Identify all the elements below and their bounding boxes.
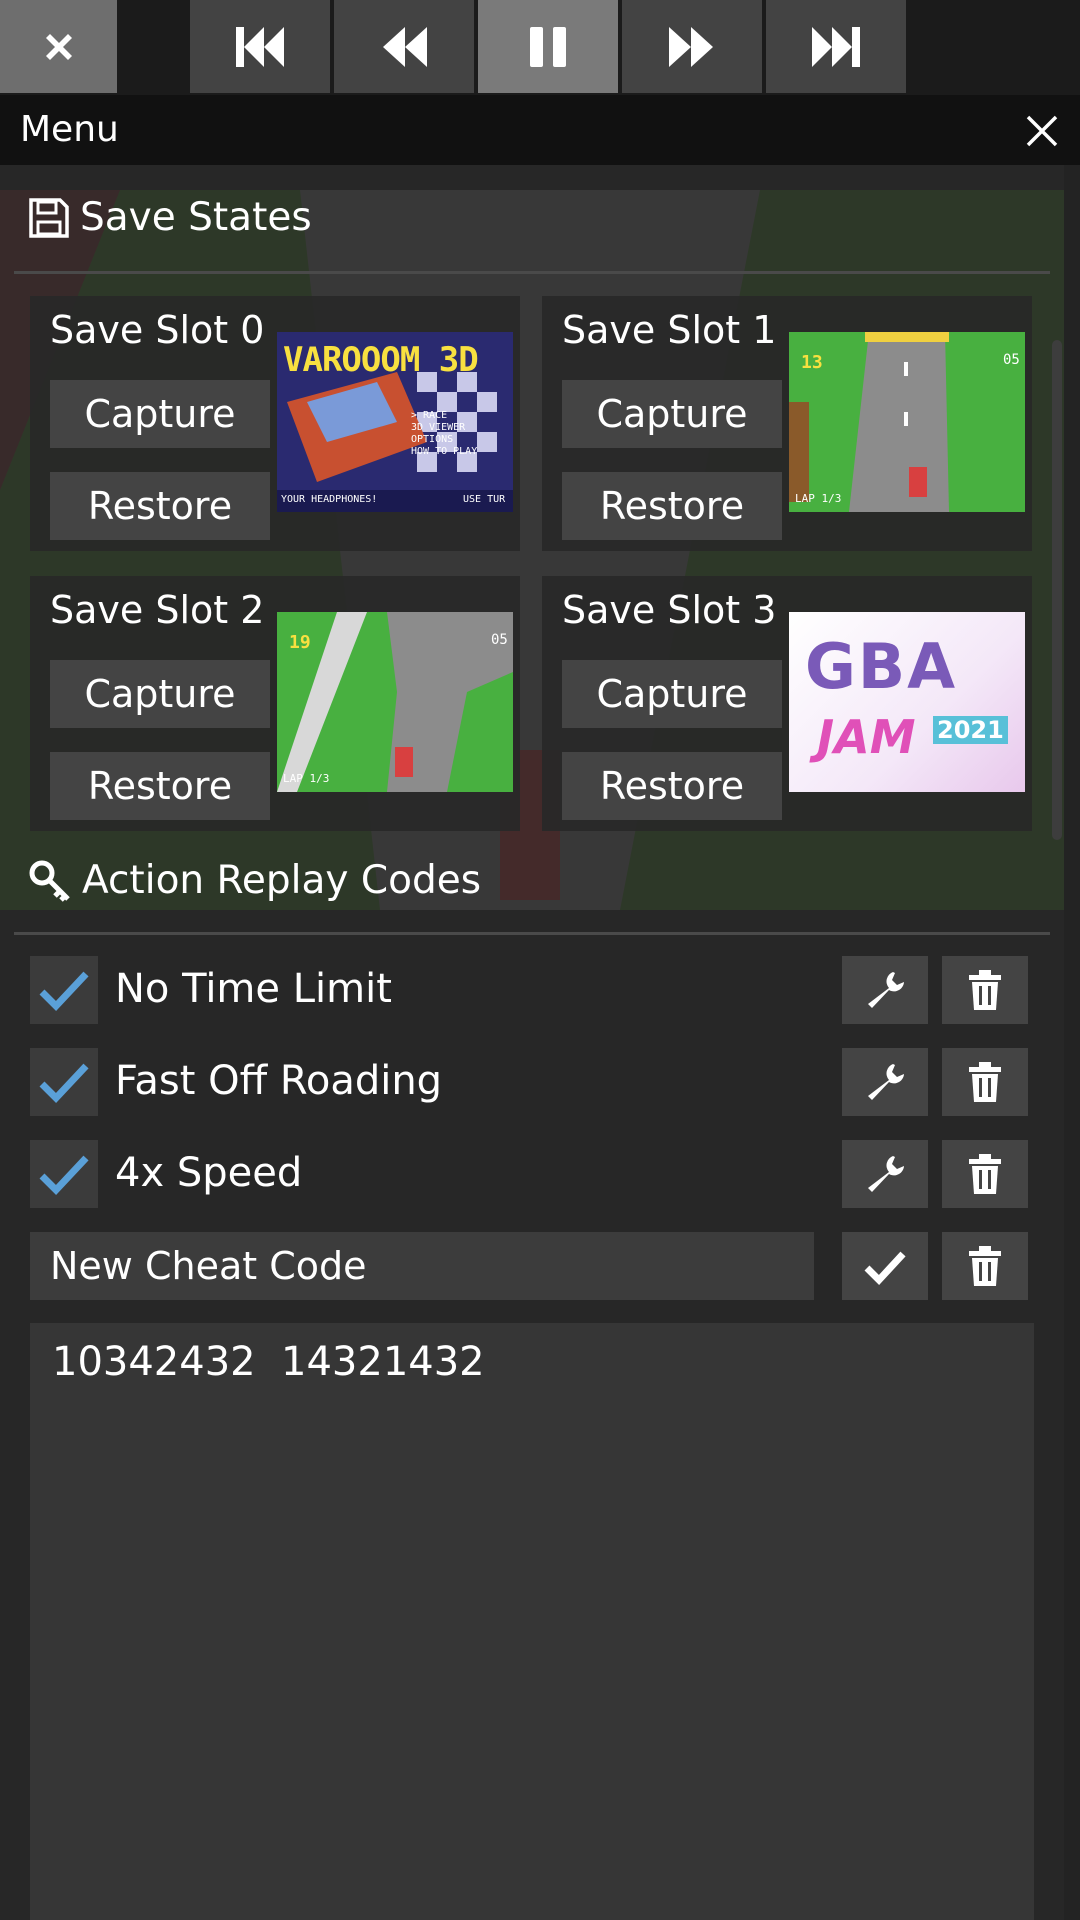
- checkmark-icon: [39, 1155, 89, 1196]
- restore-button[interactable]: Restore: [562, 472, 782, 540]
- trash-icon: [969, 1062, 1001, 1102]
- save-slot-thumbnail: GBA JAM 2021: [789, 612, 1025, 792]
- cheat-checkbox[interactable]: [30, 1140, 98, 1208]
- save-states-heading: Save States: [28, 195, 312, 240]
- floppy-disk-icon: [29, 197, 69, 238]
- pause-button[interactable]: [478, 0, 618, 93]
- fast-forward-button[interactable]: [622, 0, 762, 93]
- cheat-code-textarea[interactable]: 10342432 14321432: [30, 1323, 1034, 1920]
- thumbnail-menu: > RACE 3D VIEWER OPTIONS HOW TO PLAY: [411, 410, 477, 458]
- edit-cheat-button[interactable]: [842, 1140, 928, 1208]
- emulator-toolbar: [0, 0, 1080, 95]
- thumbnail-footer-left: YOUR HEADPHONES!: [281, 494, 378, 505]
- cheat-row: 4x Speed: [30, 1140, 1030, 1208]
- checkmark-icon: [864, 1251, 906, 1286]
- save-slot-label: Save Slot 3: [562, 588, 777, 632]
- wrench-icon: [868, 1156, 904, 1192]
- save-states-title: Save States: [80, 195, 312, 240]
- skip-back-button[interactable]: [190, 0, 330, 93]
- close-icon: [1026, 115, 1058, 147]
- capture-button[interactable]: Capture: [50, 660, 270, 728]
- menu-content: Save States Save Slot 0 Capture Restore …: [0, 165, 1064, 1920]
- thumbnail-footer-right: USE TUR: [463, 494, 506, 505]
- menu-close-button[interactable]: [1022, 111, 1062, 151]
- confirm-cheat-button[interactable]: [842, 1232, 928, 1300]
- jam-logo-text: JAM: [817, 710, 916, 764]
- close-button[interactable]: [0, 0, 117, 93]
- action-replay-heading: Action Replay Codes: [28, 858, 481, 903]
- delete-cheat-button[interactable]: [942, 1048, 1028, 1116]
- checkmark-icon: [39, 971, 89, 1012]
- fast-forward-icon: [669, 26, 713, 67]
- cheat-row: No Time Limit: [30, 956, 1030, 1024]
- divider: [14, 932, 1050, 935]
- thumbnail-lap: LAP 1/3: [283, 772, 330, 785]
- cheat-checkbox[interactable]: [30, 1048, 98, 1116]
- new-cheat-name-input[interactable]: [30, 1232, 814, 1300]
- new-cheat-row: [30, 1232, 1030, 1300]
- menu-header: Menu: [0, 95, 1080, 165]
- thumbnail-lap: LAP 1/3: [795, 492, 842, 505]
- thumbnail-art: [789, 332, 1025, 512]
- save-slot-label: Save Slot 0: [50, 308, 265, 352]
- delete-cheat-button[interactable]: [942, 956, 1028, 1024]
- thumbnail-menu-item: 3D VIEWER: [411, 422, 466, 433]
- trash-icon: [969, 1246, 1001, 1286]
- pause-icon: [530, 26, 566, 67]
- scrollbar[interactable]: [1052, 340, 1062, 840]
- trash-icon: [969, 1154, 1001, 1194]
- thumbnail-pos: 05: [491, 632, 508, 648]
- cheat-name: No Time Limit: [115, 966, 392, 1012]
- jam-year-text: 2021: [933, 716, 1008, 744]
- gba-logo-text: GBA: [805, 630, 958, 703]
- restore-button[interactable]: Restore: [50, 752, 270, 820]
- key-icon: [29, 860, 70, 902]
- cheat-row: Fast Off Roading: [30, 1048, 1030, 1116]
- save-slot-3: Save Slot 3 Capture Restore GBA JAM 2021: [542, 576, 1032, 831]
- skip-back-icon: [236, 26, 284, 67]
- skip-forward-icon: [812, 26, 860, 67]
- close-icon: [45, 33, 72, 60]
- delete-cheat-button[interactable]: [942, 1232, 1028, 1300]
- restore-button[interactable]: Restore: [562, 752, 782, 820]
- save-slot-0: Save Slot 0 Capture Restore VAROOOM 3D >…: [30, 296, 520, 551]
- edit-cheat-button[interactable]: [842, 1048, 928, 1116]
- save-slot-thumbnail: VAROOOM 3D > RACE 3D VIEWER OPTIONS HOW …: [277, 332, 513, 512]
- action-replay-title: Action Replay Codes: [82, 858, 482, 903]
- capture-button[interactable]: Capture: [50, 380, 270, 448]
- thumbnail-art: [277, 612, 513, 792]
- edit-cheat-button[interactable]: [842, 956, 928, 1024]
- thumbnail-menu-item: OPTIONS: [411, 434, 454, 445]
- divider: [14, 271, 1050, 274]
- save-slot-thumbnail: 19 05 LAP 1/3: [277, 612, 513, 792]
- save-slot-thumbnail: 13 05 LAP 1/3: [789, 332, 1025, 512]
- thumbnail-menu-item: HOW TO PLAY: [411, 446, 478, 457]
- thumbnail-time: 13: [801, 352, 823, 373]
- delete-cheat-button[interactable]: [942, 1140, 1028, 1208]
- capture-button[interactable]: Capture: [562, 660, 782, 728]
- save-slot-label: Save Slot 1: [562, 308, 777, 352]
- skip-forward-button[interactable]: [766, 0, 906, 93]
- save-slot-1: Save Slot 1 Capture Restore 13 05 LAP 1/…: [542, 296, 1032, 551]
- cheat-name: Fast Off Roading: [115, 1058, 443, 1104]
- save-slot-label: Save Slot 2: [50, 588, 265, 632]
- capture-button[interactable]: Capture: [562, 380, 782, 448]
- cheat-name: 4x Speed: [115, 1150, 303, 1196]
- rewind-button[interactable]: [334, 0, 474, 93]
- thumbnail-time: 19: [289, 632, 311, 653]
- thumbnail-title: VAROOOM 3D: [283, 340, 479, 380]
- restore-button[interactable]: Restore: [50, 472, 270, 540]
- wrench-icon: [868, 972, 904, 1008]
- checkmark-icon: [39, 1063, 89, 1104]
- rewind-icon: [383, 26, 427, 67]
- thumbnail-menu-item: > RACE: [411, 410, 448, 421]
- thumbnail-pos: 05: [1003, 352, 1020, 368]
- wrench-icon: [868, 1064, 904, 1100]
- save-slot-2: Save Slot 2 Capture Restore 19 05 LAP 1/…: [30, 576, 520, 831]
- menu-title: Menu: [20, 109, 119, 150]
- cheat-checkbox[interactable]: [30, 956, 98, 1024]
- trash-icon: [969, 970, 1001, 1010]
